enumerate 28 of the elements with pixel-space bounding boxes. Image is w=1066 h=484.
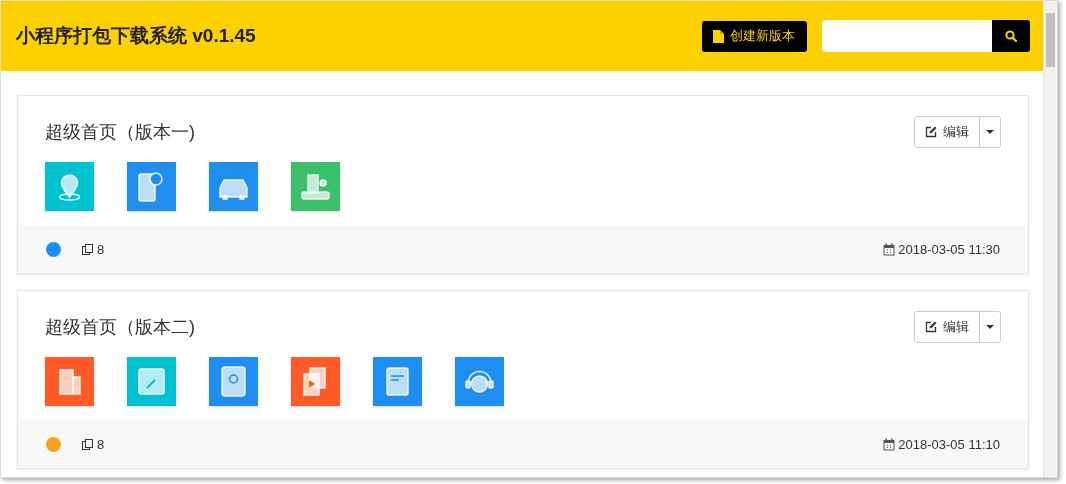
create-version-button[interactable]: 创建新版本	[702, 20, 807, 52]
version-title: 超级首页（版本一)	[45, 121, 195, 144]
edit-button[interactable]: 编辑	[915, 312, 980, 342]
edit-button[interactable]: 编辑	[915, 117, 980, 147]
edit-icon	[925, 321, 937, 333]
search-field[interactable]	[822, 20, 992, 52]
app-title: 小程序打包下载系统 v0.1.45	[16, 24, 256, 48]
copy-icon	[81, 437, 94, 451]
edit-icon	[925, 126, 937, 138]
search-button[interactable]	[992, 20, 1030, 52]
location-pin-icon[interactable]	[45, 162, 94, 211]
page-count: 8	[97, 241, 105, 257]
page-count: 8	[97, 436, 105, 452]
headset-chat-icon[interactable]	[455, 357, 504, 406]
caret-icon	[986, 325, 994, 329]
browser-edit-icon[interactable]	[127, 357, 176, 406]
caret-icon	[986, 130, 994, 134]
scrollbar[interactable]	[1043, 1, 1057, 477]
document-icon[interactable]	[373, 357, 422, 406]
calendar-icon	[883, 437, 896, 451]
video-file-icon[interactable]	[291, 357, 340, 406]
date-text: 2018-03-05 11:30	[898, 241, 1000, 257]
date-text: 2018-03-05 11:10	[898, 436, 1000, 452]
version-title: 超级首页（版本二)	[45, 316, 195, 339]
search-icon	[1005, 30, 1017, 42]
copy-icon	[81, 242, 94, 256]
calendar-icon	[883, 242, 896, 256]
file-icon	[713, 29, 724, 43]
